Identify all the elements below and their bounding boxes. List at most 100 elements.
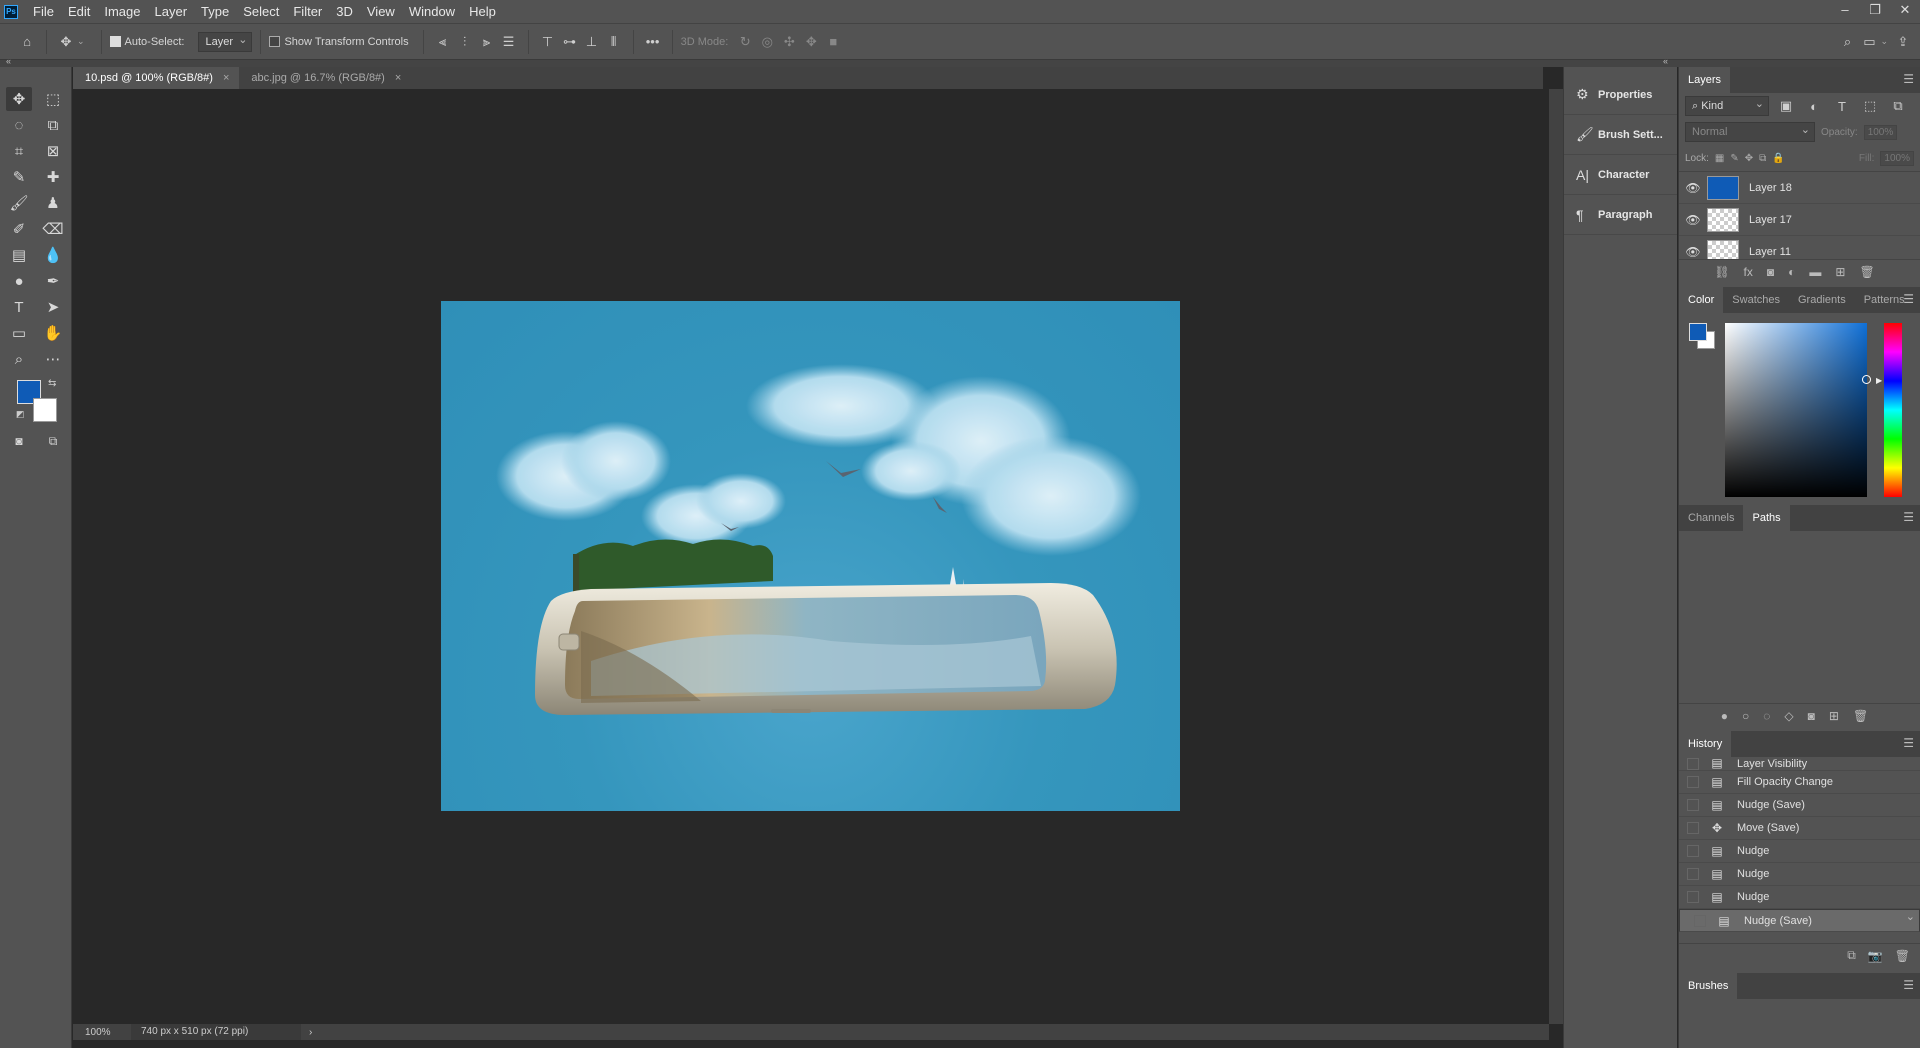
menu-layer[interactable]: Layer: [148, 0, 195, 23]
3d-slide-icon[interactable]: ✥: [800, 31, 822, 53]
marquee-tool-icon[interactable]: ⬚: [40, 87, 66, 111]
tab-paths[interactable]: Paths: [1743, 505, 1790, 531]
lasso-tool-icon[interactable]: ◌: [6, 113, 32, 137]
visibility-eye-icon[interactable]: 👁: [1679, 213, 1707, 227]
share-icon[interactable]: ⇪: [1892, 31, 1914, 53]
eyedropper-tool-icon[interactable]: ✎: [6, 165, 32, 189]
visibility-eye-icon[interactable]: 👁: [1679, 245, 1707, 259]
auto-select-target-dropdown[interactable]: Layer: [198, 31, 253, 52]
tab-layers[interactable]: Layers: [1679, 67, 1731, 93]
history-item[interactable]: ▤ Nudge: [1679, 840, 1920, 863]
minimize-icon[interactable]: –: [1830, 0, 1860, 23]
menu-3d[interactable]: 3D: [329, 0, 360, 23]
search-icon[interactable]: ⌕: [1836, 31, 1858, 53]
3d-pan-icon[interactable]: ✣: [778, 31, 800, 53]
screen-mode-icon[interactable]: ⧉: [40, 429, 66, 453]
opacity-input[interactable]: 100%: [1863, 124, 1898, 140]
properties-panel-button[interactable]: ⚙ Properties: [1564, 75, 1677, 115]
tab-swatches[interactable]: Swatches: [1723, 287, 1789, 313]
menu-help[interactable]: Help: [462, 0, 503, 23]
history-item-selected[interactable]: ▤ Nudge (Save): [1679, 908, 1920, 932]
more-tools-icon[interactable]: ⋯: [40, 347, 66, 371]
new-document-from-state-icon[interactable]: ⧉: [1847, 948, 1856, 963]
character-panel-button[interactable]: A| Character: [1564, 155, 1677, 195]
panel-menu-icon[interactable]: ☰: [1903, 292, 1914, 306]
history-item[interactable]: ▤ Nudge (Save): [1679, 794, 1920, 817]
background-color-swatch[interactable]: [33, 398, 57, 422]
tab-gradients[interactable]: Gradients: [1789, 287, 1855, 313]
tab-10-psd[interactable]: 10.psd @ 100% (RGB/8#) ×: [73, 67, 240, 89]
snapshot-checkbox[interactable]: [1694, 914, 1706, 927]
3d-camera-icon[interactable]: ■: [822, 31, 844, 53]
layer-row[interactable]: 👁 Layer 17: [1679, 204, 1920, 236]
history-item[interactable]: ▤ Nudge: [1679, 863, 1920, 886]
close-icon[interactable]: ✕: [1890, 0, 1920, 23]
menu-window[interactable]: Window: [402, 0, 462, 23]
swap-colors-icon[interactable]: ⇆: [48, 378, 56, 389]
visibility-eye-icon[interactable]: 👁: [1679, 181, 1707, 195]
delete-path-icon[interactable]: 🗑: [1853, 709, 1868, 723]
stamp-tool-icon[interactable]: ♟: [40, 191, 66, 215]
panel-menu-icon[interactable]: ☰: [1903, 978, 1914, 992]
add-mask-icon[interactable]: ◙: [1808, 709, 1815, 723]
3d-orbit-icon[interactable]: ↻: [734, 31, 756, 53]
layer-row[interactable]: 👁 Layer 18: [1679, 172, 1920, 204]
crop-tool-icon[interactable]: ⌗: [6, 139, 32, 163]
chevron-down-icon[interactable]: ⌄: [1880, 36, 1888, 47]
load-selection-icon[interactable]: ◌: [1763, 709, 1770, 723]
snapshot-checkbox[interactable]: [1687, 799, 1699, 811]
filter-pixel-icon[interactable]: ▣: [1775, 95, 1797, 117]
panel-menu-icon[interactable]: ☰: [1903, 510, 1914, 524]
snapshot-camera-icon[interactable]: 📷: [1868, 949, 1883, 963]
snapshot-checkbox[interactable]: [1687, 822, 1699, 834]
new-group-icon[interactable]: ▬: [1809, 265, 1821, 279]
quick-mask-icon[interactable]: ◙: [6, 429, 32, 453]
delete-layer-icon[interactable]: 🗑: [1859, 265, 1874, 279]
frame-tool-icon[interactable]: ⊠: [40, 139, 66, 163]
layer-row[interactable]: 👁 Layer 11: [1679, 236, 1920, 259]
hue-slider[interactable]: [1884, 323, 1902, 497]
add-mask-icon[interactable]: ◙: [1767, 265, 1774, 279]
panel-menu-icon[interactable]: ☰: [1903, 736, 1914, 750]
object-select-tool-icon[interactable]: ⧉: [40, 113, 66, 137]
make-path-icon[interactable]: ◇: [1784, 709, 1793, 723]
menu-image[interactable]: Image: [97, 0, 147, 23]
align-top-icon[interactable]: ⊤: [537, 31, 559, 53]
3d-roll-icon[interactable]: ◎: [756, 31, 778, 53]
lock-all-icon[interactable]: 🔒: [1772, 153, 1784, 164]
new-path-icon[interactable]: ⊞: [1829, 709, 1839, 723]
adjustment-layer-icon[interactable]: ◐: [1788, 265, 1795, 279]
fill-path-icon[interactable]: ●: [1721, 709, 1728, 723]
eraser-tool-icon[interactable]: ⌫: [40, 217, 66, 241]
lock-artboard-icon[interactable]: ⧉: [1759, 153, 1766, 164]
blend-mode-dropdown[interactable]: Normal: [1685, 121, 1815, 142]
workspace-icon[interactable]: ▭: [1858, 31, 1880, 53]
distribute-v-icon[interactable]: ⦀: [603, 31, 625, 53]
snapshot-checkbox[interactable]: [1687, 868, 1699, 880]
tab-history[interactable]: History: [1679, 731, 1732, 757]
distribute-h-icon[interactable]: ☰: [498, 31, 520, 53]
tab-brushes[interactable]: Brushes: [1679, 973, 1738, 999]
fx-icon[interactable]: fx: [1744, 265, 1753, 279]
link-layers-icon[interactable]: ⛓: [1714, 265, 1729, 279]
hue-slider-handle-icon[interactable]: ▶: [1876, 376, 1882, 385]
history-item[interactable]: ▤ Nudge: [1679, 886, 1920, 909]
brush-settings-panel-button[interactable]: 🖌 Brush Sett...: [1564, 115, 1677, 155]
fill-input[interactable]: 100%: [1880, 150, 1914, 166]
align-middle-icon[interactable]: ⊶: [559, 31, 581, 53]
history-item[interactable]: ✥ Move (Save): [1679, 817, 1920, 840]
default-colors-icon[interactable]: ◩: [16, 409, 25, 420]
new-layer-icon[interactable]: ⊞: [1835, 265, 1845, 279]
history-brush-tool-icon[interactable]: ✐: [6, 217, 32, 241]
show-transform-checkbox[interactable]: [269, 36, 281, 47]
hand-tool-icon[interactable]: ✋: [40, 321, 66, 345]
paragraph-panel-button[interactable]: ¶ Paragraph: [1564, 195, 1677, 235]
foreground-color-swatch[interactable]: [1689, 323, 1707, 341]
align-bottom-icon[interactable]: ⊥: [581, 31, 603, 53]
move-tool-preset-icon[interactable]: ✥: [55, 31, 77, 53]
dodge-tool-icon[interactable]: ●: [6, 269, 32, 293]
history-item[interactable]: ▤ Layer Visibility: [1679, 757, 1920, 771]
stroke-path-icon[interactable]: ○: [1742, 709, 1749, 723]
align-left-icon[interactable]: ⫷: [432, 31, 454, 53]
history-item[interactable]: ▤ Fill Opacity Change: [1679, 771, 1920, 794]
